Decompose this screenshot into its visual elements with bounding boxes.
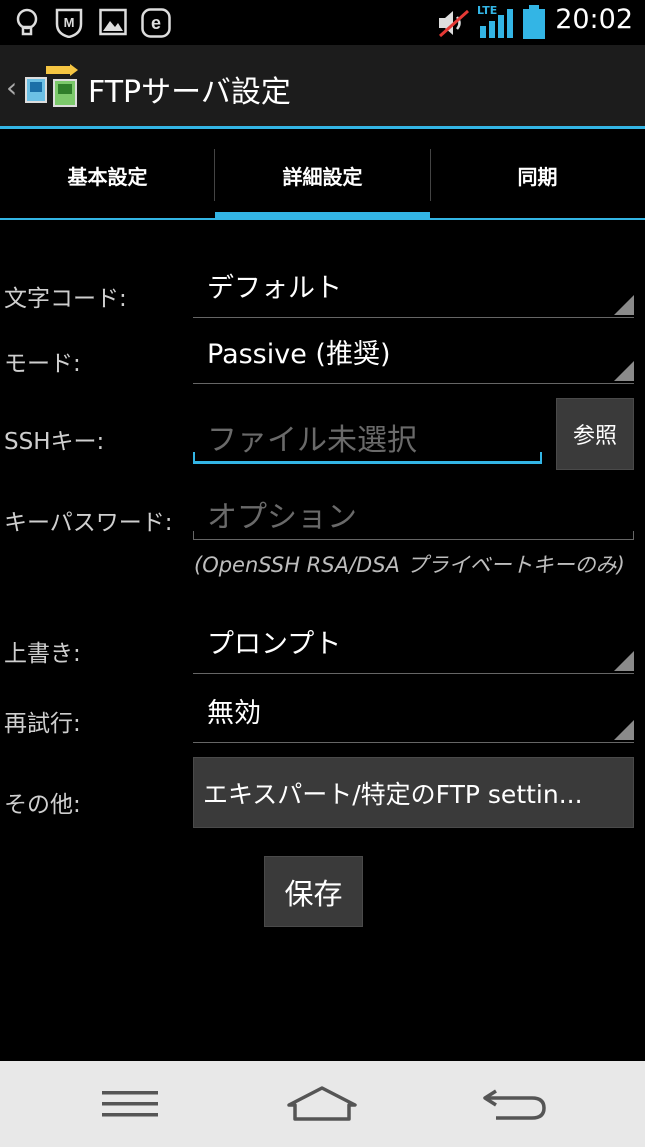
expert-settings-button-label: エキスパート/特定のFTP settin... bbox=[203, 779, 583, 809]
key-password-label: キーパスワード: bbox=[4, 510, 173, 536]
overwrite-label: 上書き: bbox=[4, 641, 81, 667]
browse-button[interactable]: 参照 bbox=[556, 398, 634, 470]
selected-tab-indicator bbox=[215, 212, 430, 220]
key-hint: (OpenSSH RSA/DSA プライベートキーのみ) bbox=[194, 553, 625, 577]
tab-advanced-settings[interactable]: 詳細設定 bbox=[215, 131, 430, 220]
gallery-icon bbox=[99, 8, 127, 36]
signal-icon bbox=[480, 9, 513, 38]
overwrite-value: プロンプト bbox=[207, 629, 342, 660]
ftp-app-icon[interactable] bbox=[24, 64, 80, 110]
clock: 20:02 bbox=[555, 4, 633, 35]
retry-spinner[interactable]: 無効 bbox=[193, 681, 634, 743]
tab-bar: 基本設定 詳細設定 同期 bbox=[0, 131, 645, 220]
up-caret-icon[interactable]: ‹ bbox=[6, 71, 17, 104]
mute-icon bbox=[439, 9, 469, 38]
mode-value: Passive (推奨) bbox=[207, 339, 391, 370]
overwrite-spinner[interactable]: プロンプト bbox=[193, 612, 634, 674]
dropdown-triangle-icon bbox=[614, 651, 634, 671]
save-button-label: 保存 bbox=[284, 876, 343, 911]
back-icon[interactable] bbox=[482, 1085, 548, 1123]
save-button[interactable]: 保存 bbox=[264, 856, 363, 927]
tab-basic-settings[interactable]: 基本設定 bbox=[0, 131, 215, 220]
tab-sync[interactable]: 同期 bbox=[430, 131, 645, 220]
mcafee-icon: M bbox=[55, 8, 83, 38]
other-label: その他: bbox=[4, 792, 81, 818]
browse-button-label: 参照 bbox=[572, 424, 617, 449]
tab-label: 詳細設定 bbox=[282, 165, 363, 189]
ssh-key-label: SSHキー: bbox=[4, 429, 105, 455]
encoding-value: デフォルト bbox=[207, 273, 342, 304]
tab-label: 同期 bbox=[517, 165, 558, 189]
mode-spinner[interactable]: Passive (推奨) bbox=[193, 322, 634, 384]
field-corner bbox=[193, 531, 194, 539]
ssh-key-field[interactable]: ファイル未選択 bbox=[193, 405, 542, 464]
ssh-key-placeholder: ファイル未選択 bbox=[207, 423, 417, 458]
dropdown-triangle-icon bbox=[614, 720, 634, 740]
field-corner bbox=[193, 452, 195, 461]
retry-label: 再試行: bbox=[4, 711, 81, 737]
dropdown-triangle-icon bbox=[614, 295, 634, 315]
home-icon[interactable] bbox=[286, 1085, 358, 1123]
lightbulb-icon bbox=[16, 8, 38, 36]
field-corner bbox=[633, 531, 634, 539]
page-title: FTPサーバ設定 bbox=[88, 75, 291, 110]
status-bar: M e LTE 20:02 bbox=[0, 0, 645, 45]
expert-settings-button[interactable]: エキスパート/特定のFTP settin... bbox=[193, 757, 634, 828]
key-password-field[interactable]: オプション bbox=[193, 484, 634, 540]
svg-text:M: M bbox=[64, 15, 75, 30]
menu-icon[interactable] bbox=[100, 1088, 160, 1120]
retry-value: 無効 bbox=[207, 698, 261, 729]
encoding-label: 文字コード: bbox=[4, 286, 127, 312]
e-app-icon: e bbox=[141, 8, 171, 38]
tab-label: 基本設定 bbox=[67, 165, 148, 189]
navigation-bar bbox=[0, 1061, 645, 1147]
key-password-placeholder: オプション bbox=[207, 500, 357, 535]
svg-text:e: e bbox=[151, 13, 161, 33]
dropdown-triangle-icon bbox=[614, 361, 634, 381]
battery-icon bbox=[523, 5, 545, 39]
mode-label: モード: bbox=[4, 351, 81, 377]
action-bar: ‹ FTPサーバ設定 bbox=[0, 45, 645, 129]
field-corner bbox=[540, 452, 542, 461]
encoding-spinner[interactable]: デフォルト bbox=[193, 256, 634, 318]
